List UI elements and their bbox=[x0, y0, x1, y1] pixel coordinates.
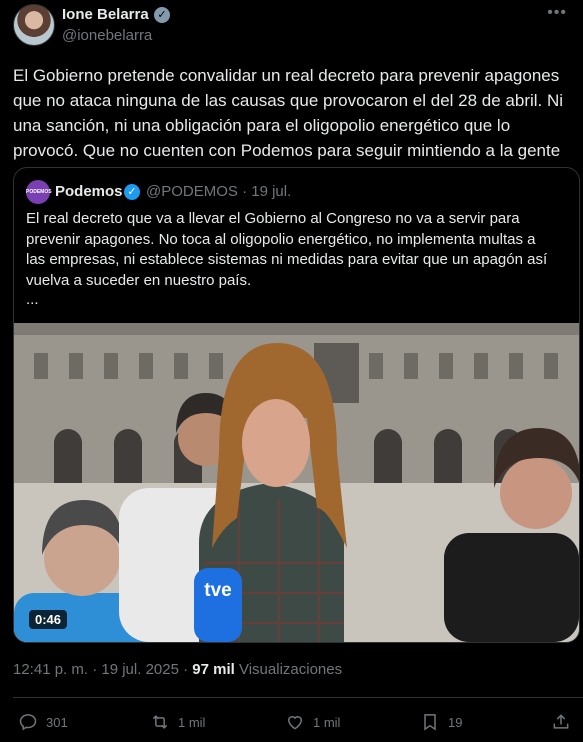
bookmark-button[interactable]: 19 bbox=[420, 712, 462, 732]
views-count: 97 mil bbox=[192, 661, 235, 678]
quote-line: El real decreto que va a llevar el Gobie… bbox=[26, 210, 520, 227]
tweet-line: provocó. Que no cuenten con Podemos para… bbox=[13, 141, 561, 160]
divider bbox=[13, 697, 583, 698]
tweet-text: El Gobierno pretende convalidar un real … bbox=[13, 63, 573, 163]
repost-count: 1 mil bbox=[178, 714, 206, 730]
tweet-line: una sanción, ni una obligación para el o… bbox=[13, 116, 511, 135]
bookmark-icon bbox=[424, 714, 436, 731]
video-thumbnail: tve bbox=[14, 323, 579, 642]
timestamp[interactable]: 12:41 p. m. · 19 jul. 2025 · bbox=[13, 661, 188, 678]
quote-line: las empresas, ni establece sistemas ni m… bbox=[26, 251, 548, 268]
mic-label: tve bbox=[204, 580, 231, 601]
author-handle[interactable]: @ionebelarra bbox=[62, 27, 152, 44]
author-avatar[interactable] bbox=[13, 4, 55, 46]
bookmark-count: 19 bbox=[448, 714, 463, 730]
views-label: Visualizaciones bbox=[238, 661, 343, 678]
tweet-line: El Gobierno pretende convalidar un real … bbox=[13, 66, 560, 85]
podemos-avatar[interactable]: PODEMOS bbox=[26, 180, 52, 204]
repost-icon bbox=[152, 715, 168, 729]
video-player[interactable]: tve 0:46 bbox=[14, 323, 579, 642]
quote-line: vuelva a suceder en nuestro país. bbox=[26, 271, 252, 289]
quote-line: prevenir apagones. No toca al oligopolio… bbox=[26, 230, 536, 248]
like-count: 1 mil bbox=[313, 714, 341, 730]
reply-icon bbox=[19, 714, 37, 731]
quoted-tweet[interactable]: PODEMOS Podemos ✓ @PODEMOS · 19 jul. El … bbox=[13, 167, 580, 643]
quote-author-name[interactable]: Podemos bbox=[55, 183, 123, 200]
repost-button[interactable]: 1 mil bbox=[150, 712, 205, 732]
share-icon bbox=[553, 714, 569, 729]
tweet-line: que no ataca ninguna de las causas que p… bbox=[13, 91, 564, 110]
quote-handle-date: @PODEMOS · 19 jul. bbox=[146, 183, 292, 200]
verified-badge-icon[interactable]: ✓ bbox=[154, 7, 170, 23]
quote-verified-badge-icon: ✓ bbox=[124, 184, 140, 200]
tweet-meta: 12:41 p. m. · 19 jul. 2025 · 97 mil Visu… bbox=[13, 661, 342, 678]
quote-text: El real decreto que va a llevar el Gobie… bbox=[26, 209, 566, 291]
share-button[interactable] bbox=[551, 712, 579, 732]
quote-ellipsis: ... bbox=[26, 291, 39, 308]
more-options-icon[interactable]: ••• bbox=[547, 4, 567, 22]
reply-count: 301 bbox=[46, 714, 68, 730]
author-name[interactable]: Ione Belarra bbox=[62, 6, 149, 23]
heart-icon bbox=[287, 716, 303, 730]
video-duration-badge: 0:46 bbox=[29, 610, 68, 629]
reply-button[interactable]: 301 bbox=[18, 712, 68, 732]
like-button[interactable]: 1 mil bbox=[285, 712, 340, 732]
